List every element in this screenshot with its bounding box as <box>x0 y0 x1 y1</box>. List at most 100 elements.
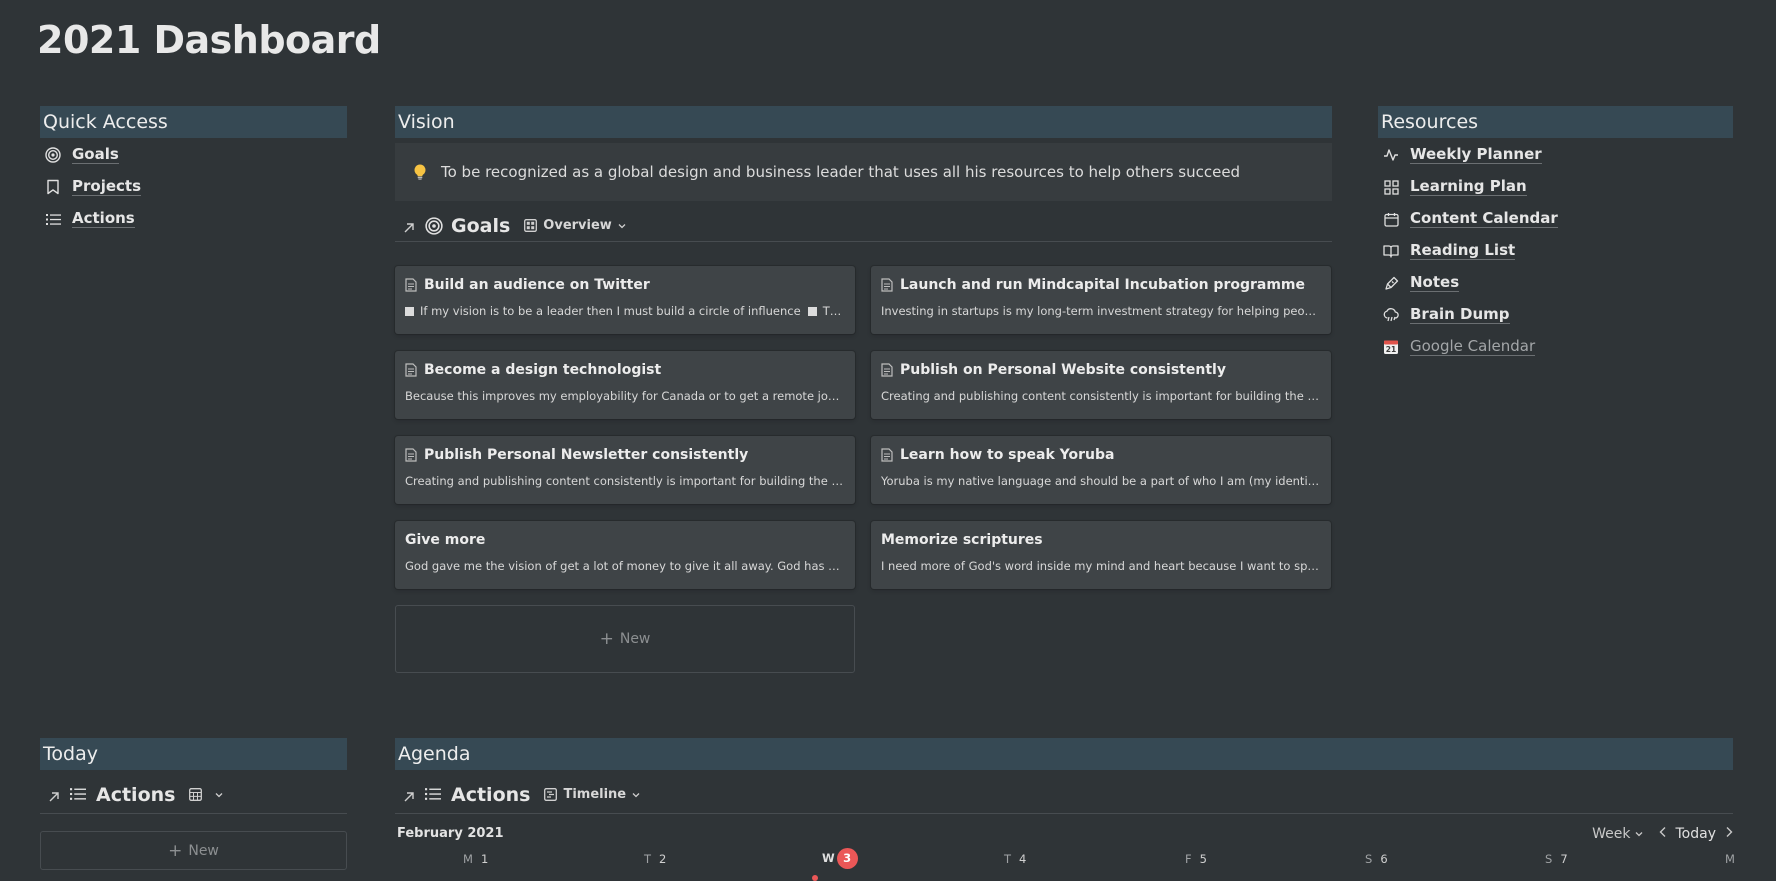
plus-icon: + <box>168 840 183 861</box>
open-arrow-icon[interactable] <box>48 788 62 802</box>
page-title: 2021 Dashboard <box>37 18 381 62</box>
agenda-view-bar: Actions Timeline <box>395 776 1733 814</box>
timeline-month: February 2021 <box>397 826 504 841</box>
resource-reading-list-link[interactable]: Reading List <box>1378 235 1558 267</box>
goal-card-title: Give more <box>405 532 486 548</box>
resource-label: Weekly Planner <box>1410 145 1542 164</box>
page-icon <box>881 448 893 462</box>
goal-card[interactable]: Publish Personal Newsletter consistently… <box>395 436 855 504</box>
resource-label: Brain Dump <box>1410 305 1510 324</box>
goals-view-title[interactable]: Goals <box>451 215 510 237</box>
agenda-view-label: Timeline <box>563 787 627 802</box>
goal-card[interactable]: Launch and run Mindcapital Incubation pr… <box>871 266 1331 334</box>
vision-callout: To be recognized as a global design and … <box>395 143 1332 201</box>
table-icon <box>189 788 203 801</box>
open-arrow-icon[interactable] <box>403 788 417 802</box>
day-column-header: T2 <box>644 852 667 866</box>
today-marker <box>812 875 818 881</box>
quick-access-goals-label: Goals <box>72 145 119 164</box>
today-view-switcher[interactable] <box>189 788 230 801</box>
resource-label: Notes <box>1410 273 1460 292</box>
range-label: Week <box>1592 826 1631 842</box>
goal-card-title: Publish Personal Newsletter consistently <box>424 447 749 463</box>
open-arrow-icon[interactable] <box>403 219 417 233</box>
page-icon <box>881 363 893 377</box>
list-icon <box>44 210 62 228</box>
cloud-rain-icon <box>1382 306 1400 324</box>
day-column-header: M <box>1725 852 1735 866</box>
calendar-21-icon: 21 <box>1382 338 1400 356</box>
gallery-icon <box>524 219 538 232</box>
goal-card[interactable]: Build an audience on Twitter If my visio… <box>395 266 855 334</box>
resource-weekly-planner-link[interactable]: Weekly Planner <box>1378 139 1558 171</box>
goal-card-body: Because this improves my employability f… <box>405 389 845 403</box>
today-nav-button[interactable]: Today <box>1676 826 1717 842</box>
agenda-heading: Agenda <box>395 738 1733 770</box>
quick-access-actions-link[interactable]: Actions <box>40 203 141 235</box>
agenda-view-switcher[interactable]: Timeline <box>544 787 647 802</box>
page-icon <box>405 278 417 292</box>
goal-card-title: Launch and run Mindcapital Incubation pr… <box>900 277 1306 293</box>
day-column-header: F5 <box>1185 852 1207 866</box>
resources-list: Weekly Planner Learning Plan Content Cal… <box>1378 139 1558 363</box>
checkbox-icon <box>405 307 414 316</box>
day-column-header: T4 <box>1004 852 1027 866</box>
day-column-header-today: W3 <box>822 848 858 869</box>
target-icon <box>425 216 443 235</box>
quick-access-goals-link[interactable]: Goals <box>40 139 141 171</box>
quick-access-list: Goals Projects Actions <box>40 139 142 235</box>
resource-label: Reading List <box>1410 241 1516 260</box>
goal-card[interactable]: Become a design technologist Because thi… <box>395 351 855 419</box>
chevron-right-icon[interactable] <box>1724 826 1734 842</box>
goal-card-body-tail: The mor... <box>822 304 845 318</box>
quick-access-heading: Quick Access <box>40 106 347 138</box>
quick-access-projects-link[interactable]: Projects <box>40 171 142 203</box>
new-goal-label: New <box>619 631 651 647</box>
svg-text:21: 21 <box>1386 345 1396 354</box>
goal-card[interactable]: Memorize scriptures I need more of God's… <box>871 521 1331 589</box>
quick-access-projects-label: Projects <box>72 177 142 196</box>
goal-card-title: Memorize scriptures <box>881 532 1043 548</box>
chevron-left-icon[interactable] <box>1658 826 1668 842</box>
goal-card-body: Creating and publishing content consiste… <box>405 474 845 488</box>
new-action-label: New <box>188 842 219 859</box>
goal-card-body: If my vision is to be a leader then I mu… <box>420 304 801 318</box>
range-select[interactable]: Week <box>1592 826 1643 842</box>
vision-statement: To be recognized as a global design and … <box>441 163 1241 181</box>
bookmark-icon <box>44 178 62 196</box>
book-icon <box>1382 242 1400 260</box>
resource-notes-link[interactable]: Notes <box>1378 267 1558 299</box>
activity-icon <box>1382 146 1400 164</box>
calendar-icon <box>1382 210 1400 228</box>
today-view-title[interactable]: Actions <box>96 784 175 806</box>
goal-card[interactable]: Give more God gave me the vision of get … <box>395 521 855 589</box>
resource-google-calendar-link[interactable]: 21 Google Calendar <box>1378 331 1558 363</box>
lightbulb-icon <box>411 163 429 181</box>
resource-label: Content Calendar <box>1410 209 1558 228</box>
agenda-view-title[interactable]: Actions <box>451 784 530 806</box>
goal-card-body: I need more of God's word inside my mind… <box>881 559 1321 573</box>
resource-brain-dump-link[interactable]: Brain Dump <box>1378 299 1558 331</box>
grid-icon <box>1382 178 1400 196</box>
day-column-header: S6 <box>1365 852 1388 866</box>
day-column-header: M1 <box>463 852 489 866</box>
goal-card-title: Build an audience on Twitter <box>424 277 650 293</box>
new-action-button[interactable]: + New <box>40 831 347 870</box>
goals-view-switcher[interactable]: Overview <box>524 218 633 233</box>
goal-card[interactable]: Publish on Personal Website consistently… <box>871 351 1331 419</box>
new-goal-button[interactable]: + New <box>395 605 855 673</box>
resource-content-calendar-link[interactable]: Content Calendar <box>1378 203 1558 235</box>
goal-card-body: Yoruba is my native language and should … <box>881 474 1321 488</box>
resource-learning-plan-link[interactable]: Learning Plan <box>1378 171 1558 203</box>
goals-view-bar: Goals Overview <box>395 210 1332 242</box>
chevron-down-icon <box>632 792 640 797</box>
resource-label: Google Calendar <box>1410 337 1536 356</box>
chevron-down-icon <box>618 223 626 228</box>
today-heading: Today <box>40 738 347 770</box>
goal-card-title: Publish on Personal Website consistently <box>900 362 1226 378</box>
day-column-header: S7 <box>1545 852 1568 866</box>
quick-access-actions-label: Actions <box>72 209 135 228</box>
goal-card[interactable]: Learn how to speak Yoruba Yoruba is my n… <box>871 436 1331 504</box>
page-icon <box>405 448 417 462</box>
plus-icon: + <box>599 629 614 649</box>
